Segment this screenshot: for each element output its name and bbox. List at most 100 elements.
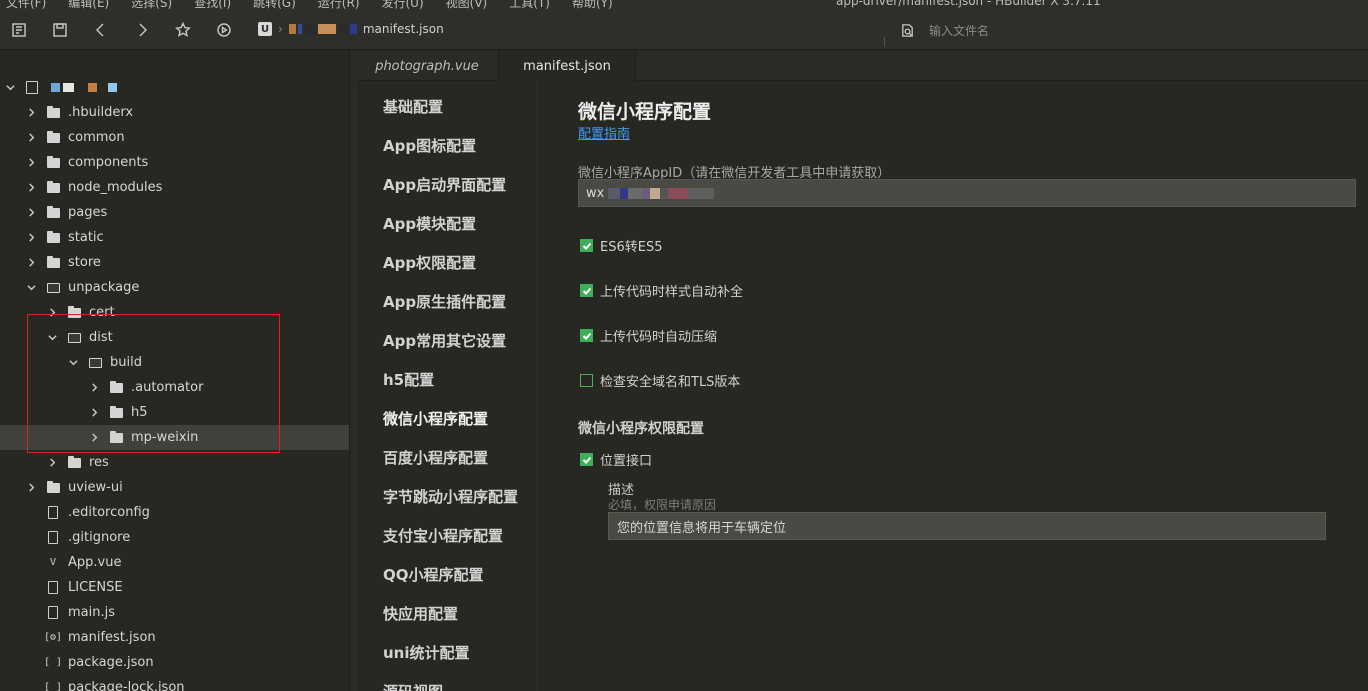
tree-item[interactable]: [0, 75, 349, 100]
checkbox-auto-minify[interactable]: 上传代码时自动压缩: [580, 326, 717, 345]
config-nav-item[interactable]: App模块配置: [383, 213, 476, 234]
sidebar-divider[interactable]: [349, 51, 358, 691]
config-nav-item[interactable]: 微信小程序配置: [383, 408, 488, 429]
menu-run[interactable]: 运行(R): [318, 0, 360, 10]
run-button[interactable]: [212, 18, 236, 42]
chevron-right-icon[interactable]: [26, 108, 36, 118]
menu-tools[interactable]: 工具(T): [509, 0, 550, 10]
checkbox-checked-icon[interactable]: [580, 329, 593, 342]
config-nav-item[interactable]: h5配置: [383, 369, 434, 390]
config-nav-item[interactable]: QQ小程序配置: [383, 564, 484, 585]
folder-open-icon: [67, 331, 81, 345]
config-nav-item[interactable]: 字节跳动小程序配置: [383, 486, 518, 507]
chevron-right-icon[interactable]: [26, 208, 36, 218]
tree-item[interactable]: dist: [0, 325, 349, 350]
tree-item[interactable]: .hbuilderx: [0, 100, 349, 125]
config-nav-item[interactable]: App启动界面配置: [383, 174, 506, 195]
checkbox-checked-icon[interactable]: [580, 453, 593, 466]
chevron-right-icon[interactable]: [26, 158, 36, 168]
tree-item[interactable]: components: [0, 150, 349, 175]
chevron-right-icon[interactable]: [26, 258, 36, 268]
star-icon: [175, 22, 191, 37]
tree-item[interactable]: res: [0, 450, 349, 475]
config-nav-item[interactable]: App图标配置: [383, 135, 476, 156]
chevron-right-icon[interactable]: [26, 483, 36, 493]
chevron-right-icon[interactable]: [89, 383, 99, 393]
tree-item[interactable]: .editorconfig: [0, 500, 349, 525]
tab-manifest-json[interactable]: manifest.json: [498, 51, 636, 81]
tree-item[interactable]: store: [0, 250, 349, 275]
folder-icon: [109, 380, 123, 395]
checkbox-checked-icon[interactable]: [580, 284, 593, 297]
breadcrumb-file[interactable]: manifest.json: [363, 22, 444, 36]
project-root-icon[interactable]: U: [258, 22, 272, 36]
menu-help[interactable]: 帮助(Y): [572, 0, 613, 10]
file-search[interactable]: 输入文件名: [900, 22, 989, 39]
save-button[interactable]: [48, 18, 72, 42]
chevron-down-icon[interactable]: [26, 283, 36, 293]
chevron-down-icon[interactable]: [68, 358, 78, 368]
chevron-right-icon[interactable]: [26, 183, 36, 193]
checkbox-es6-to-es5[interactable]: ES6转ES5: [580, 236, 662, 255]
tree-item[interactable]: [⚙] manifest.json: [0, 625, 349, 650]
checkbox-style-autocomplete[interactable]: 上传代码时样式自动补全: [580, 281, 743, 300]
menu-goto[interactable]: 跳转(G): [253, 0, 296, 10]
checkbox-check-domain-tls[interactable]: 检查安全域名和TLS版本: [580, 371, 740, 390]
menu-select[interactable]: 选择(S): [131, 0, 172, 10]
menu-edit[interactable]: 编辑(E): [68, 0, 109, 10]
config-guide-link[interactable]: 配置指南: [578, 123, 630, 142]
menu-file[interactable]: 文件(F): [6, 0, 46, 10]
tree-item[interactable]: [ ] package.json: [0, 650, 349, 675]
config-nav-item[interactable]: App权限配置: [383, 252, 476, 273]
chevron-right-icon[interactable]: [47, 458, 57, 468]
description-input[interactable]: 您的位置信息将用于车辆定位: [608, 512, 1326, 540]
tree-item[interactable]: V App.vue: [0, 550, 349, 575]
back-button[interactable]: [89, 18, 113, 42]
checkbox-unchecked-icon[interactable]: [580, 374, 593, 387]
config-nav-item[interactable]: 源码视图: [383, 681, 443, 691]
chevron-right-icon: [139, 23, 147, 37]
description-hint: 必填，权限申请原因: [608, 498, 717, 512]
menu-publish[interactable]: 发行(U): [382, 0, 424, 10]
tree-item[interactable]: .automator: [0, 375, 349, 400]
config-nav-item[interactable]: uni统计配置: [383, 642, 470, 663]
tree-item[interactable]: .gitignore: [0, 525, 349, 550]
tree-item[interactable]: unpackage: [0, 275, 349, 300]
tree-item[interactable]: common: [0, 125, 349, 150]
tree-item[interactable]: [ ] package-lock.json: [0, 675, 349, 691]
config-nav-item[interactable]: 支付宝小程序配置: [383, 525, 503, 546]
favorite-button[interactable]: [171, 18, 195, 42]
tree-item[interactable]: main.js: [0, 600, 349, 625]
forward-button[interactable]: [130, 18, 154, 42]
menu-view[interactable]: 视图(V): [446, 0, 488, 10]
tree-item[interactable]: static: [0, 225, 349, 250]
chevron-right-icon[interactable]: [26, 133, 36, 143]
chevron-right-icon[interactable]: [26, 233, 36, 243]
config-nav-item[interactable]: App原生插件配置: [383, 291, 506, 312]
tree-item[interactable]: pages: [0, 200, 349, 225]
tree-item[interactable]: build: [0, 350, 349, 375]
chevron-right-icon[interactable]: [47, 308, 57, 318]
appid-input[interactable]: wx: [578, 179, 1356, 207]
config-nav-item[interactable]: 百度小程序配置: [383, 447, 488, 468]
tree-item[interactable]: h5: [0, 400, 349, 425]
chevron-right-icon[interactable]: [89, 433, 99, 443]
checkbox-location-api[interactable]: 位置接口: [580, 450, 652, 469]
new-file-button[interactable]: [7, 18, 31, 42]
chevron-down-icon[interactable]: [5, 83, 15, 93]
config-nav-item[interactable]: 快应用配置: [383, 603, 458, 624]
config-nav-item[interactable]: App常用其它设置: [383, 330, 506, 351]
tree-item[interactable]: mp-weixin: [0, 425, 349, 450]
chevron-down-icon[interactable]: [47, 333, 57, 343]
tree-item[interactable]: node_modules: [0, 175, 349, 200]
chevron-right-icon[interactable]: [89, 408, 99, 418]
tree-item[interactable]: LICENSE: [0, 575, 349, 600]
tree-item[interactable]: cert: [0, 300, 349, 325]
folder-icon: [67, 455, 81, 470]
tree-item[interactable]: uview-ui: [0, 475, 349, 500]
config-nav-item[interactable]: 基础配置: [383, 96, 443, 117]
vue-file-icon: V: [49, 556, 57, 568]
checkbox-checked-icon[interactable]: [580, 239, 593, 252]
menu-find[interactable]: 查找(I): [194, 0, 231, 10]
tab-photograph-vue[interactable]: photograph.vue: [358, 51, 496, 81]
